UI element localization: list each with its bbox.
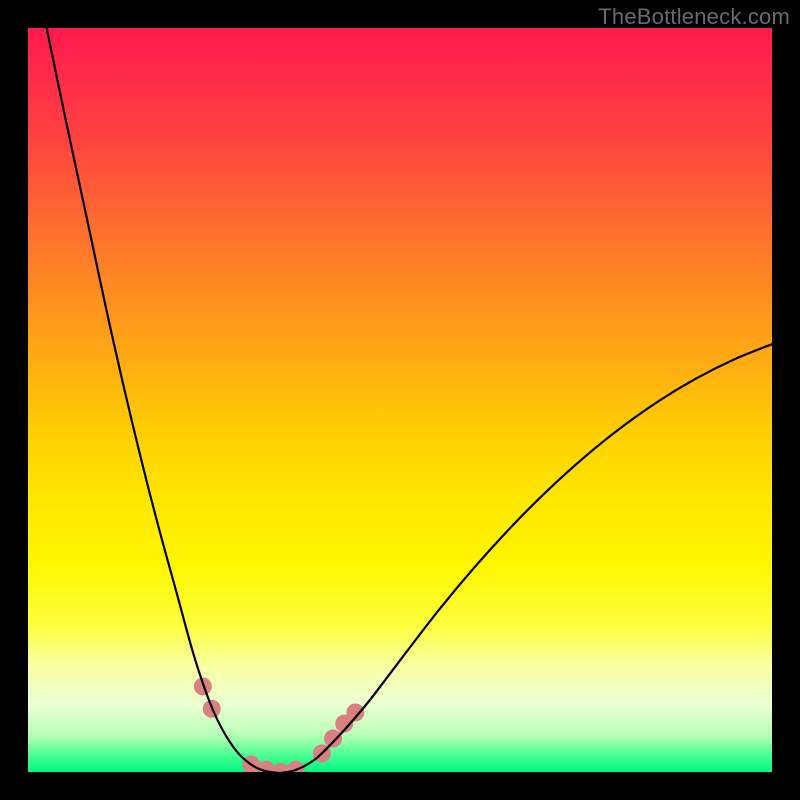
marker-dot bbox=[324, 730, 342, 748]
plot-area bbox=[28, 28, 772, 772]
curve-layer bbox=[28, 28, 772, 772]
chart-frame: TheBottleneck.com bbox=[0, 0, 800, 800]
bottleneck-curve bbox=[47, 28, 772, 772]
watermark-text: TheBottleneck.com bbox=[598, 4, 790, 30]
